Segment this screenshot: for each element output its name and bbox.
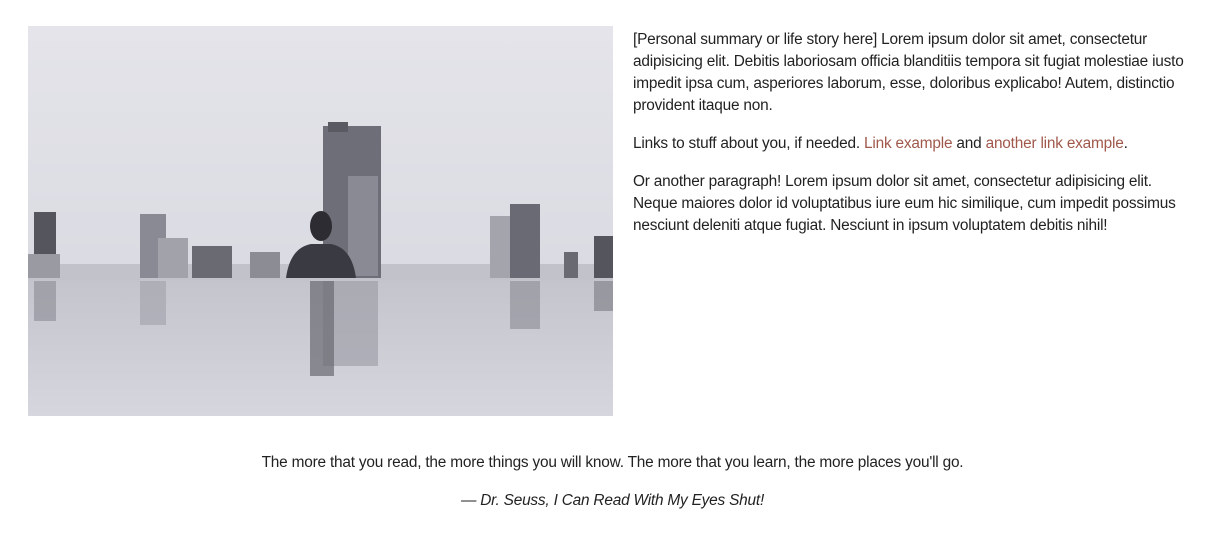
bio-paragraph-links: Links to stuff about you, if needed. Lin… [633,133,1199,155]
quote-attribution: — Dr. Seuss, I Can Read With My Eyes Shu… [460,492,765,509]
links-intro-text: Links to stuff about you, if needed. [633,135,865,152]
quote-block: The more that you read, the more things … [0,452,1225,512]
bio-paragraph-summary: [Personal summary or life story here] Lo… [633,31,1184,114]
profile-photo [28,26,613,416]
links-and-text: and [952,135,986,152]
bio-section: [Personal summary or life story here] Lo… [633,29,1199,253]
links-end-text: . [1123,135,1128,152]
another-link-example[interactable]: another link example [986,135,1124,152]
quote-text: The more that you read, the more things … [261,454,964,471]
link-example[interactable]: Link example [864,135,952,152]
bio-paragraph-extra: Or another paragraph! Lorem ipsum dolor … [633,173,1176,234]
